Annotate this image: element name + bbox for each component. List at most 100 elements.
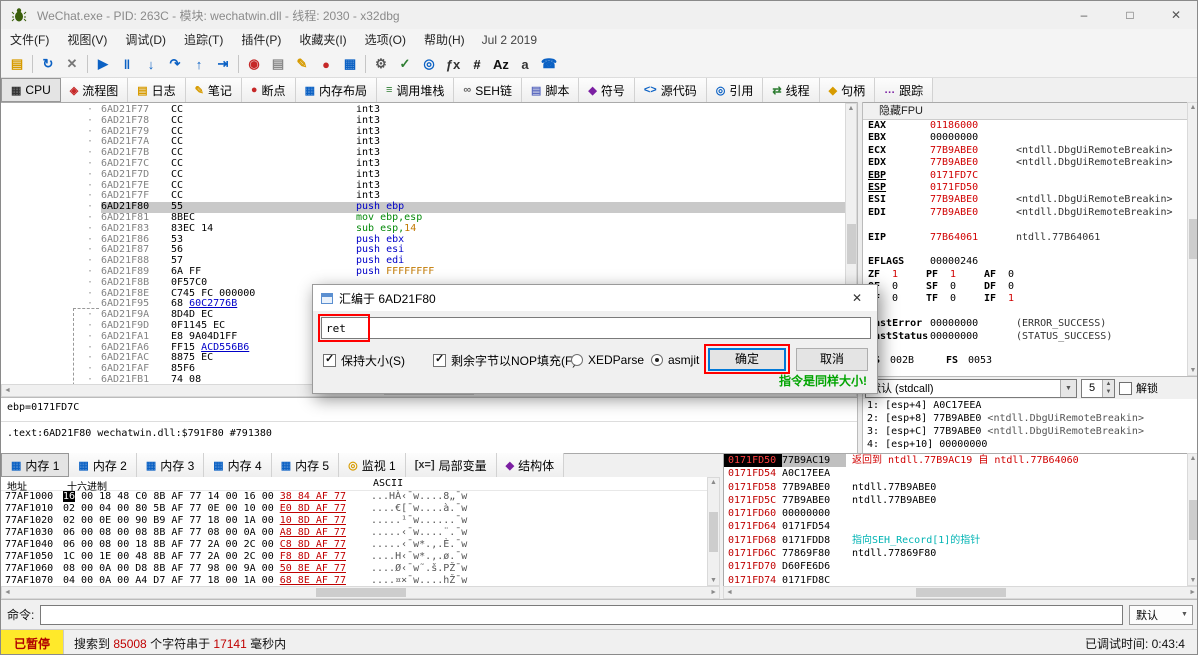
stack-row[interactable]: 0171FD5077B9AC19 返回到 ntdll.77B9AC19 自 nt… [724,454,1187,467]
tab-locals[interactable]: [x=]局部变量 [406,453,497,477]
tab-script[interactable]: ▤脚本 [522,78,579,102]
register-row[interactable]: ESI77B9ABE0 <ntdll.DbgUiRemoteBreakin> [863,194,1187,206]
stack-row[interactable]: 0171FD6C77869F80 ntdll.77869F80 [724,547,1187,560]
step-into-icon[interactable]: ↓ [139,53,163,75]
settings-icon[interactable]: ⚙ [369,53,393,75]
scroll-up-icon[interactable]: ▲ [1188,103,1198,112]
stack-row[interactable]: 0171FD70D60FE6D6 [724,560,1187,573]
menu-item[interactable]: 调试(D) [116,29,175,51]
scroll-down-icon[interactable]: ▼ [1188,576,1198,585]
register-row[interactable] [863,306,1187,318]
tab-references[interactable]: ◎引用 [707,78,764,102]
dialog-close-icon[interactable]: ✕ [837,285,877,311]
tab-breakpoints[interactable]: ●断点 [242,78,296,102]
stack-vertical-scrollbar[interactable]: ▲ ▼ [1187,453,1198,586]
command-input[interactable] [40,605,1123,625]
menu-item[interactable]: 帮助(H) [415,29,474,51]
stepper-down-icon[interactable]: ▼ [1103,388,1114,396]
tab-seh[interactable]: ∞SEH链 [454,78,522,102]
keep-size-option[interactable]: ✓ 保持大小(S) [323,347,405,373]
run-icon[interactable]: ▶ [91,53,115,75]
hide-fpu-button[interactable]: 隐藏FPU [863,103,1187,120]
memory-row[interactable]: 77AF101002 00 04 00 80 5B AF 77 0E 00 10… [1,503,707,515]
breakpoint-dot[interactable]: · [1,364,101,375]
register-row[interactable] [863,219,1187,231]
scroll-left-icon[interactable]: ◄ [2,588,13,597]
menu-item[interactable]: 视图(V) [58,29,116,51]
register-row[interactable]: EDX77B9ABE0 <ntdll.DbgUiRemoteBreakin> [863,157,1187,169]
breakpoint-dot[interactable]: · [1,213,101,224]
scroll-down-icon[interactable]: ▼ [708,576,719,585]
asmjit-option[interactable]: asmjit [651,347,699,373]
breakpoint-dot[interactable]: · [1,170,101,181]
stack-row[interactable]: 0171FD6000000000 [724,507,1187,520]
breakpoint-dot[interactable]: · [1,202,101,213]
stack-row[interactable]: 0171FD5877B9ABE0 ntdll.77B9ABE0 [724,481,1187,494]
close-icon[interactable]: ✕ [60,53,84,75]
register-row[interactable]: EIP77B64061 ntdll.77B64061 [863,232,1187,244]
compass-icon[interactable]: ◎ [417,53,441,75]
scroll-right-icon[interactable]: ► [708,588,719,597]
cancel-button[interactable]: 取消 [796,348,868,371]
calling-convention-select[interactable]: 默认 (stdcall) ▼ [865,379,1077,398]
breakpoint-dot[interactable]: · [1,224,101,235]
registers-vertical-scrollbar[interactable]: ▲ ▼ [1187,102,1198,376]
memory-row[interactable]: 77AF106008 00 0A 00 D8 8B AF 77 98 00 9A… [1,563,707,575]
assemble-instruction-input[interactable] [321,317,871,339]
stack-panel[interactable]: 0171FD5077B9AC19 返回到 ntdll.77B9AC19 自 nt… [723,453,1187,586]
breakpoint-dot[interactable]: · [1,343,101,354]
tab-handles[interactable]: ◆句柄 [820,78,875,102]
scroll-thumb[interactable] [847,224,856,264]
tab-dump-1[interactable]: ▦内存 1 [1,453,69,477]
tab-dump-5[interactable]: ▦内存 5 [272,453,339,477]
scroll-left-icon[interactable]: ◄ [724,588,735,597]
scroll-thumb[interactable] [916,588,1006,597]
register-row[interactable]: OF0SF0DF0 [863,281,1187,293]
tab-cpu[interactable]: ▦CPU [1,78,61,102]
argument-row[interactable]: 3: [esp+C] 77B9ABE0 <ntdll.DbgUiRemoteBr… [863,425,1198,438]
tab-notes[interactable]: ✎笔记 [186,78,242,102]
register-row[interactable]: CF0TF0IF1 [863,293,1187,305]
memory-dump-panel[interactable]: 地址 十六进制 ASCII 77AF100016 00 18 48 C0 8B … [1,477,707,586]
open-file-icon[interactable]: ▤ [5,53,29,75]
maximize-button[interactable]: □ [1107,1,1153,29]
register-row[interactable]: ZF1PF1AF0 [863,269,1187,281]
execute-till-return-icon[interactable]: ↑ [187,53,211,75]
tab-graph[interactable]: ◈流程图 [61,78,128,102]
stack-row[interactable]: 0171FD5C77B9ABE0 ntdll.77B9ABE0 [724,494,1187,507]
hash-icon[interactable]: # [465,53,489,75]
asmjit-radio[interactable] [651,354,663,366]
breakpoint-dot[interactable]: · [1,267,101,278]
registers-panel[interactable]: 隐藏FPU EAX01186000EBX00000000ECX77B9ABE0 … [863,102,1187,376]
stepper-up-icon[interactable]: ▲ [1103,380,1114,388]
step-over-icon[interactable]: ↷ [163,53,187,75]
register-row[interactable]: EBX00000000 [863,132,1187,144]
tab-dump-3[interactable]: ▦内存 3 [137,453,204,477]
menu-item[interactable]: 文件(F) [1,29,58,51]
run-to-user-code-icon[interactable]: ⇥ [211,53,235,75]
fx-icon[interactable]: ƒx [441,53,465,75]
command-mode-select[interactable]: 默认 ▼ [1129,605,1193,625]
stack-row[interactable]: 0171FD640171FD54 [724,520,1187,533]
disasm-row[interactable]: ·6AD21F78CCint3 [1,116,845,127]
scroll-down-icon[interactable]: ▼ [1188,366,1198,375]
menu-item[interactable]: 插件(P) [232,29,290,51]
menu-item[interactable]: 收藏夹(I) [290,29,355,51]
pause-icon[interactable]: ‖ [115,53,139,75]
register-row[interactable]: ECX77B9ABE0 <ntdll.DbgUiRemoteBreakin> [863,145,1187,157]
memory-row[interactable]: 77AF104006 00 08 00 18 8B AF 77 2A 00 2C… [1,539,707,551]
breakpoint-dot[interactable]: · [1,148,101,159]
breakpoint-dot[interactable]: · [1,159,101,170]
breakpoint-dot[interactable]: · [1,235,101,246]
xedparse-radio[interactable] [571,354,583,366]
xedparse-option[interactable]: XEDParse [571,347,644,373]
scroll-up-icon[interactable]: ▲ [846,104,857,113]
chevron-down-icon[interactable]: ▼ [1177,611,1192,618]
breakpoint-dot[interactable]: · [1,127,101,138]
scroll-thumb[interactable] [709,512,718,552]
stack-row[interactable]: 0171FD680171FDD8 指向SEH_Record[1]的指针 [724,534,1187,547]
font-case-icon[interactable]: Az [489,53,513,75]
register-row[interactable]: EFLAGS00000246 [863,256,1187,268]
stack-horizontal-scrollbar[interactable]: ◄ ► [723,586,1198,599]
breakpoint-dot[interactable]: · [1,116,101,127]
